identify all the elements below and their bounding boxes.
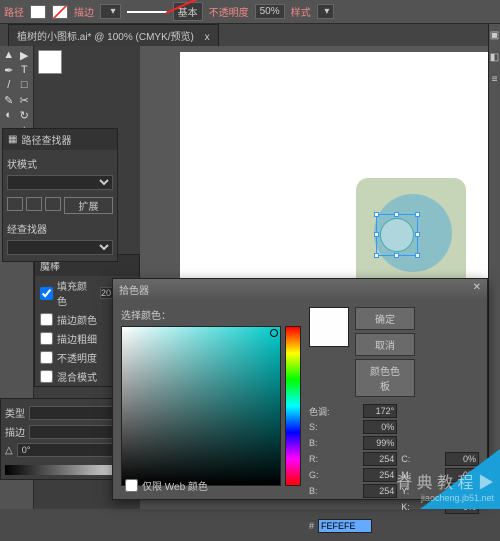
type-title: 类型 — [5, 405, 25, 420]
fill-swatch[interactable] — [30, 5, 46, 19]
type-tool[interactable]: T — [18, 63, 32, 77]
panel-icon[interactable]: ≡ — [489, 68, 500, 90]
s-input[interactable] — [363, 420, 397, 434]
stroke-weight-opt: 描边粗细 — [57, 331, 97, 346]
s-label: S: — [309, 422, 359, 432]
pathfinder-panel: ▦ 路径查找器 状模式 扩展 经查找器 — [2, 128, 118, 262]
angle-lbl: △ — [5, 445, 13, 456]
cancel-button[interactable]: 取消 — [355, 333, 415, 356]
minus-front-icon[interactable] — [26, 197, 42, 211]
reflect-tool[interactable]: ↻ — [18, 108, 32, 122]
brush-tool[interactable]: ✎ — [2, 93, 16, 107]
hex-label: # — [309, 521, 314, 531]
direct-selection-tool[interactable]: ▶ — [18, 48, 32, 62]
opacity-check[interactable] — [40, 351, 53, 364]
current-color-swatch[interactable] — [38, 50, 62, 74]
web-only-label: 仅限 Web 颜色 — [142, 478, 208, 493]
pathfinder-title: 路径查找器 — [21, 132, 71, 147]
rotate-tool[interactable]: ◐ — [2, 108, 16, 122]
close-icon[interactable]: ✕ — [473, 282, 481, 296]
bl-label: B: — [309, 486, 359, 496]
close-tab-icon[interactable]: x — [205, 32, 210, 43]
pathfinder-icon: ▦ — [8, 134, 17, 145]
fill-color-opt: 填充颜色 — [57, 278, 96, 308]
stroke-weight-check[interactable] — [40, 332, 53, 345]
blend-mode-opt: 混合模式 — [57, 369, 97, 384]
pen-tool[interactable]: ✒ — [2, 63, 16, 77]
g-label: G: — [309, 470, 359, 480]
b-input[interactable] — [363, 436, 397, 450]
stroke-label: 描边 — [74, 4, 94, 19]
unite-icon[interactable] — [7, 197, 23, 211]
r-input[interactable] — [363, 452, 397, 466]
stroke-weight-dropdown[interactable]: ▾ — [100, 4, 121, 19]
stroke-lbl: 描边 — [5, 424, 25, 439]
brush-style-dropdown[interactable]: 基本 — [173, 2, 203, 21]
stroke-color-check[interactable] — [40, 313, 53, 326]
stroke-color-opt: 描边颜色 — [57, 312, 97, 327]
h-input[interactable] — [363, 404, 397, 418]
document-tab[interactable]: 植树的小图标.ai* @ 100% (CMYK/预览) x — [8, 24, 219, 47]
swatches-button[interactable]: 颜色色板 — [355, 359, 415, 397]
watermark: 脊 典 教 程 ▶ jiaocheng.jb51.net — [396, 469, 494, 503]
selection-tool[interactable]: ▲ — [2, 48, 16, 62]
color-preview-swatch — [309, 307, 349, 347]
fill-color-check[interactable] — [40, 287, 53, 300]
shape-mode-select[interactable] — [7, 175, 113, 190]
stroke-preview-line — [127, 11, 167, 13]
h-label: 色调: — [309, 405, 359, 418]
selection-bounds — [376, 214, 418, 256]
scissors-tool[interactable]: ✂ — [18, 93, 32, 107]
picker-title: 拾色器 — [119, 282, 149, 296]
line-tool[interactable]: / — [2, 78, 16, 92]
bl-input[interactable] — [363, 484, 397, 498]
right-panel-dock: ▣ ◧ ≡ — [488, 24, 500, 504]
expand-button[interactable]: 扩展 — [64, 197, 113, 214]
panel-icon[interactable]: ▣ — [489, 24, 500, 46]
opacity-label: 不透明度 — [209, 4, 249, 19]
style-dropdown[interactable]: ▾ — [317, 4, 335, 19]
panel-icon[interactable]: ◧ — [489, 46, 500, 68]
hue-slider[interactable] — [285, 326, 301, 486]
shape-mode-label: 状模式 — [7, 154, 113, 173]
color-field[interactable] — [121, 326, 281, 486]
path-label: 路径 — [4, 4, 24, 19]
b-label: B: — [309, 438, 359, 448]
hex-input[interactable] — [318, 519, 372, 533]
opacity-dropdown[interactable]: 50% — [255, 4, 285, 19]
document-tab-title: 植树的小图标.ai* @ 100% (CMYK/预览) — [17, 32, 194, 43]
style-label: 样式 — [291, 4, 311, 19]
color-field-cursor — [270, 329, 278, 337]
opacity-opt: 不透明度 — [57, 350, 97, 365]
ok-button[interactable]: 确定 — [355, 307, 415, 330]
r-label: R: — [309, 454, 359, 464]
web-only-checkbox[interactable] — [125, 479, 138, 492]
rectangle-tool[interactable]: □ — [18, 78, 32, 92]
g-input[interactable] — [363, 468, 397, 482]
pathfinders-select[interactable] — [7, 240, 113, 255]
stroke-swatch[interactable] — [52, 5, 68, 19]
blend-mode-check[interactable] — [40, 370, 53, 383]
select-color-label: 选择颜色： — [121, 307, 301, 322]
intersect-icon[interactable] — [45, 197, 61, 211]
pathfinders-label: 经查找器 — [7, 219, 113, 238]
